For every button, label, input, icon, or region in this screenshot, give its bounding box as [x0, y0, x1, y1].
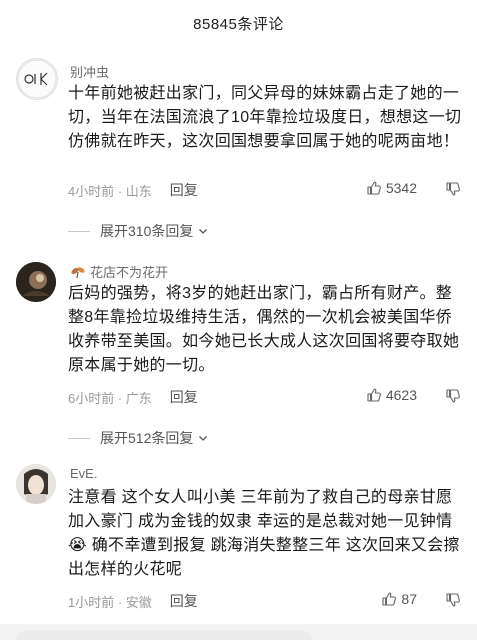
comments-page: 85845条评论 别冲虫 十年前她被赶出家门，同父异母的妹妹霸占走了她的一切，当…: [0, 0, 477, 640]
chevron-down-icon: [199, 229, 208, 234]
expand-divider: [68, 230, 90, 232]
comment-meta: 4小时前 · 山东 回复: [68, 180, 198, 200]
comment-input-bar: [0, 624, 477, 640]
flower-icon: [71, 266, 85, 278]
like-count: 5342: [385, 180, 417, 196]
comment-text-part: 注意看 这个女人叫小美 三年前为了救自己的母亲甘愿加入豪门 成为金钱的奴隶 幸运…: [68, 489, 453, 530]
avatar-image: [16, 464, 56, 504]
like-count: 87: [401, 591, 417, 607]
like-button[interactable]: 4623: [366, 387, 417, 403]
expand-replies-button[interactable]: 展开512条回复: [68, 428, 209, 448]
like-button[interactable]: 87: [381, 591, 417, 607]
thumb-down-icon: [446, 389, 460, 403]
expand-replies-button[interactable]: 展开310条回复: [68, 221, 209, 241]
comment-text: 十年前她被赶出家门，同父异母的妹妹霸占走了她的一切，当年在法国流浪了10年靠捡垃…: [68, 85, 462, 150]
like-button[interactable]: 5342: [366, 180, 417, 196]
comment-count-title: 85845条评论: [193, 15, 284, 33]
comment-time-location: 1小时前 · 安徽: [68, 594, 152, 610]
avatar-image: [16, 262, 56, 302]
comment-meta: 1小时前 · 安徽 回复: [68, 591, 198, 611]
avatar[interactable]: [16, 464, 56, 504]
thumb-down-icon: [446, 182, 460, 196]
comment-time-location: 6小时前 · 广东: [68, 390, 152, 406]
crying-emoji: 😭: [68, 537, 87, 554]
avatar-image: [17, 59, 57, 99]
like-count: 4623: [385, 387, 417, 403]
thumb-up-icon: [367, 181, 381, 195]
reply-button[interactable]: 回复: [170, 387, 198, 407]
comment-text-part: 确不幸遭到报复 跳海消失整整三年 这次回来又会擦出怎样的火花呢: [68, 537, 460, 578]
reply-button[interactable]: 回复: [170, 180, 198, 200]
comment-time-location: 4小时前 · 山东: [68, 183, 152, 199]
comment-username[interactable]: 花店不为花开: [70, 262, 168, 281]
avatar[interactable]: [16, 58, 58, 100]
comments-header: 85845条评论: [0, 0, 477, 46]
expand-replies-label: 展开310条回复: [100, 223, 194, 239]
expand-divider: [68, 437, 90, 439]
reply-button[interactable]: 回复: [170, 591, 198, 611]
avatar[interactable]: [16, 262, 56, 302]
thumb-up-icon: [367, 388, 381, 402]
dislike-button[interactable]: [445, 592, 461, 613]
thumb-down-icon: [446, 593, 460, 607]
thumb-up-icon: [382, 592, 397, 606]
comment-input[interactable]: [14, 630, 314, 640]
dislike-button[interactable]: [445, 388, 461, 409]
chevron-down-icon: [199, 436, 208, 441]
expand-replies-label: 展开512条回复: [100, 430, 194, 446]
comment-text: 后妈的强势，将3岁的她赶出家门，霸占所有财产。整整8年靠捡垃圾维持生活，偶然的一…: [68, 285, 460, 374]
comment-username[interactable]: 别冲虫: [70, 62, 109, 81]
dislike-button[interactable]: [445, 181, 461, 202]
comment-text: 注意看 这个女人叫小美 三年前为了救自己的母亲甘愿加入豪门 成为金钱的奴隶 幸运…: [68, 486, 468, 582]
comment-meta: 6小时前 · 广东 回复: [68, 387, 198, 407]
comment-username[interactable]: EvE.: [70, 466, 97, 481]
